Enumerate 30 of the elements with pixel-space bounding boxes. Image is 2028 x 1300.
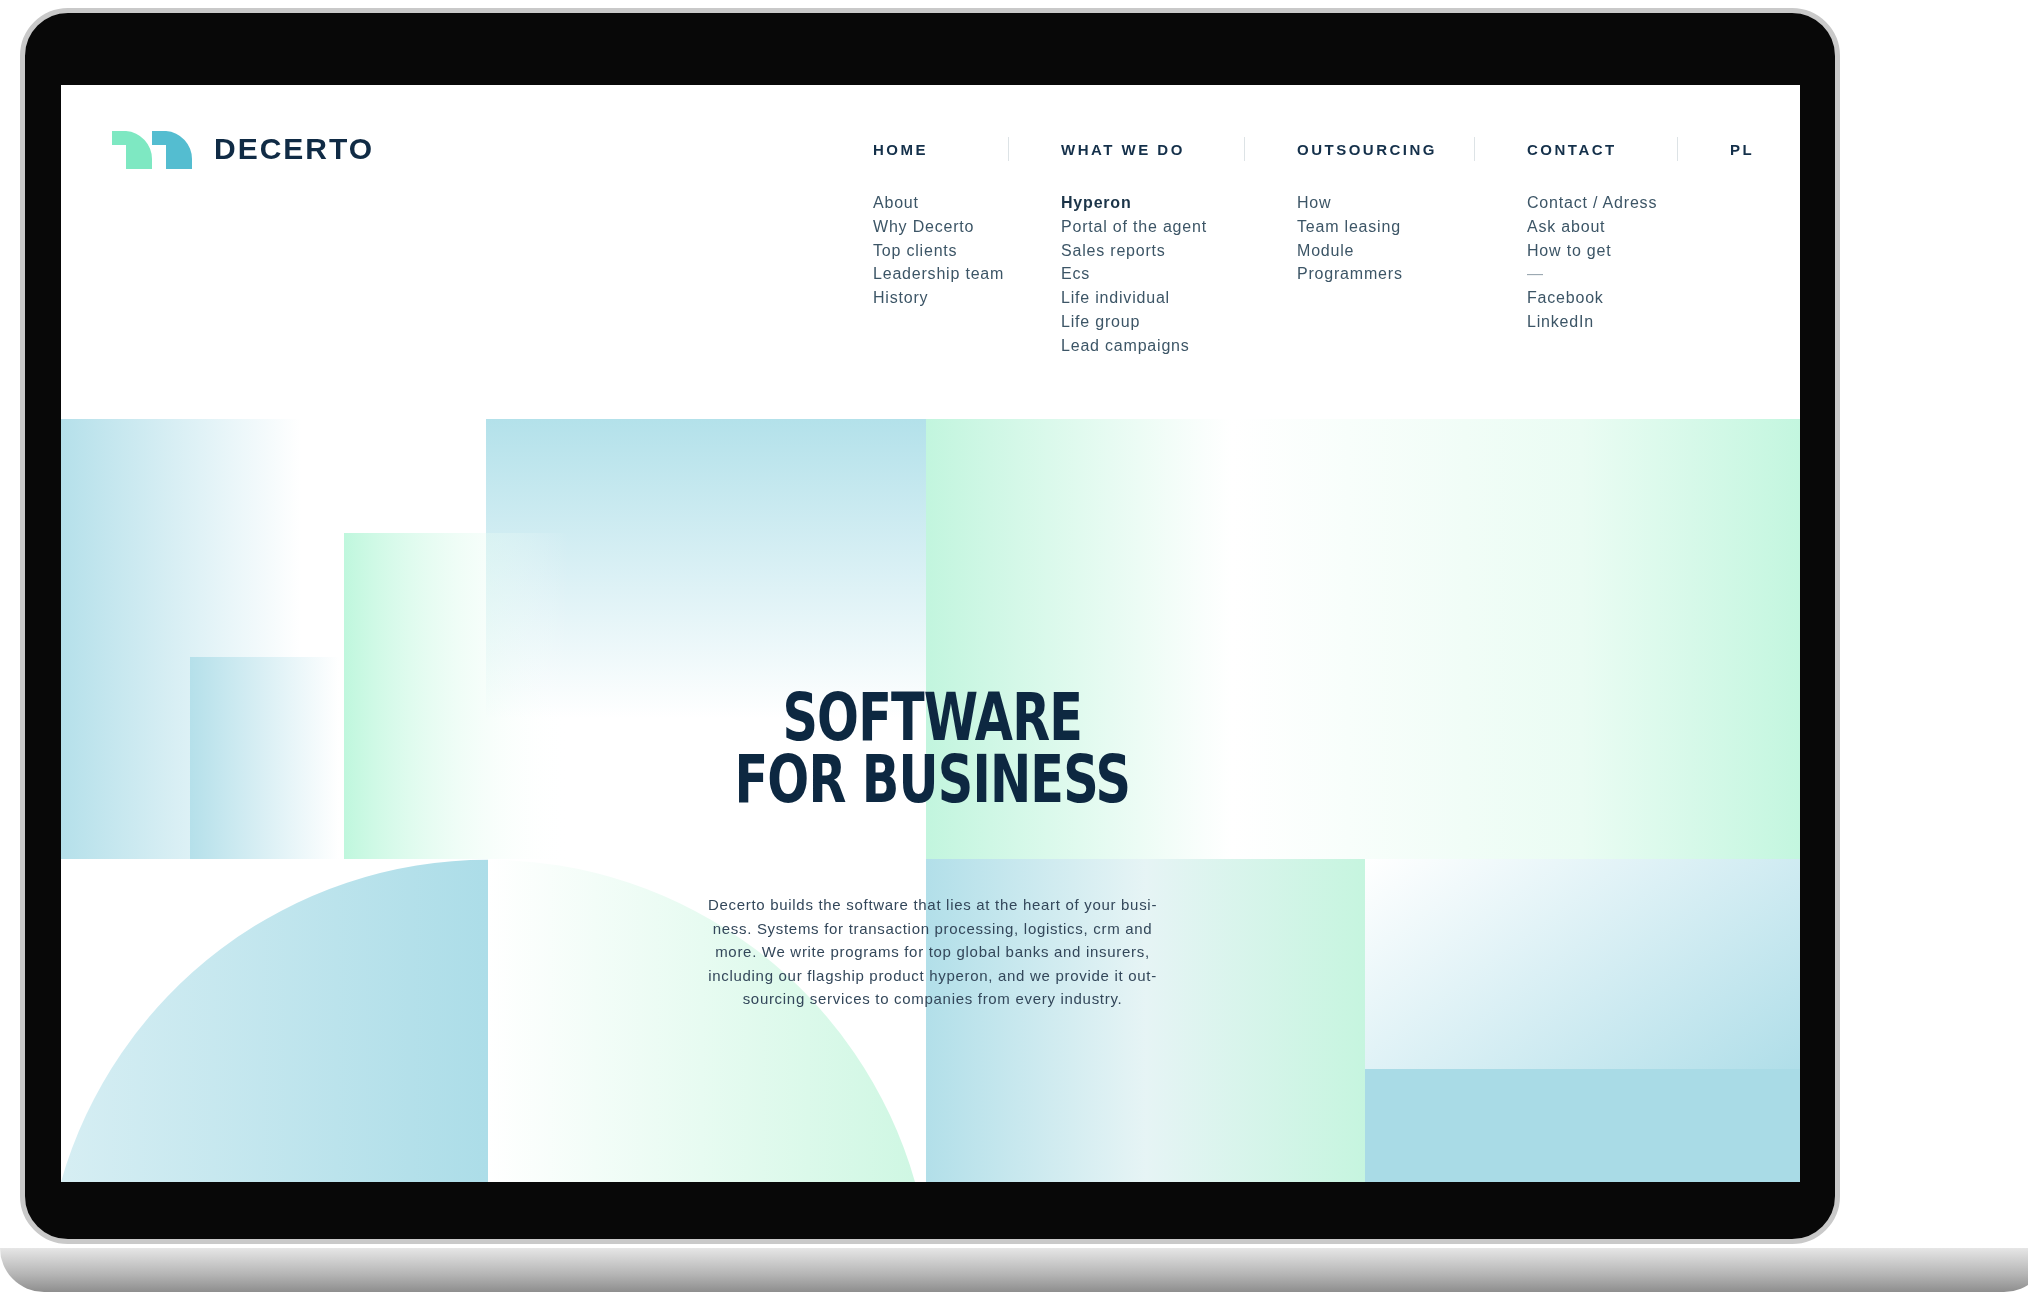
submenu-link[interactable]: Life group — [1061, 310, 1297, 334]
submenu-link[interactable]: Life individual — [1061, 286, 1297, 310]
submenu-link[interactable]: How to get — [1527, 238, 1730, 263]
submenu-heading-link[interactable]: Hyperon — [1061, 191, 1297, 215]
nav-link[interactable]: WHAT WE DO — [1061, 140, 1185, 158]
submenu-link[interactable]: Facebook — [1527, 286, 1730, 310]
nav-link[interactable]: CONTACT — [1527, 140, 1617, 158]
submenu-link[interactable]: Ask about — [1527, 214, 1730, 239]
submenu-link[interactable]: Team leasing — [1297, 214, 1527, 239]
submenu-link[interactable]: Why Decerto — [873, 214, 1061, 239]
submenu-link[interactable]: Lead campaigns — [1061, 333, 1297, 358]
submenu-link[interactable]: How — [1297, 191, 1527, 215]
submenu-link[interactable]: Portal of the agent — [1061, 214, 1297, 239]
hero-paragraph: Decerto builds the software that lies at the heart of your busi- ness. Systems for transaction processing, logistics, crm and more. We write programs for top global banks and insurers, including our flagship product hyperon, and we provide it out- sourcing services to companies from every industry. — [707, 895, 1158, 1009]
submenu-link[interactable]: Sales reports — [1061, 238, 1297, 263]
submenu-link[interactable]: Ecs — [1061, 262, 1297, 287]
submenu-link[interactable]: Top clients — [873, 238, 1061, 263]
submenu-link[interactable]: History — [873, 286, 1061, 310]
submenu-separator: — — [1527, 264, 1545, 285]
submenu-link[interactable]: LinkedIn — [1527, 310, 1730, 334]
hero-title: SOFTWARE FOR BUSINESS — [734, 687, 1131, 811]
submenu-link[interactable]: Contact / Adress — [1527, 191, 1730, 215]
submenu-link[interactable]: About — [873, 191, 1061, 215]
submenu-link[interactable]: Programmers — [1297, 262, 1527, 287]
submenu-link[interactable]: Leadership team — [873, 262, 1061, 287]
language-link[interactable]: PL — [1730, 140, 1755, 158]
logo-wordmark[interactable]: DECERTO — [214, 132, 375, 166]
submenu-link[interactable]: Module — [1297, 238, 1527, 263]
nav-link[interactable]: OUTSOURCING — [1297, 140, 1437, 158]
nav-link[interactable]: HOME — [873, 140, 928, 158]
